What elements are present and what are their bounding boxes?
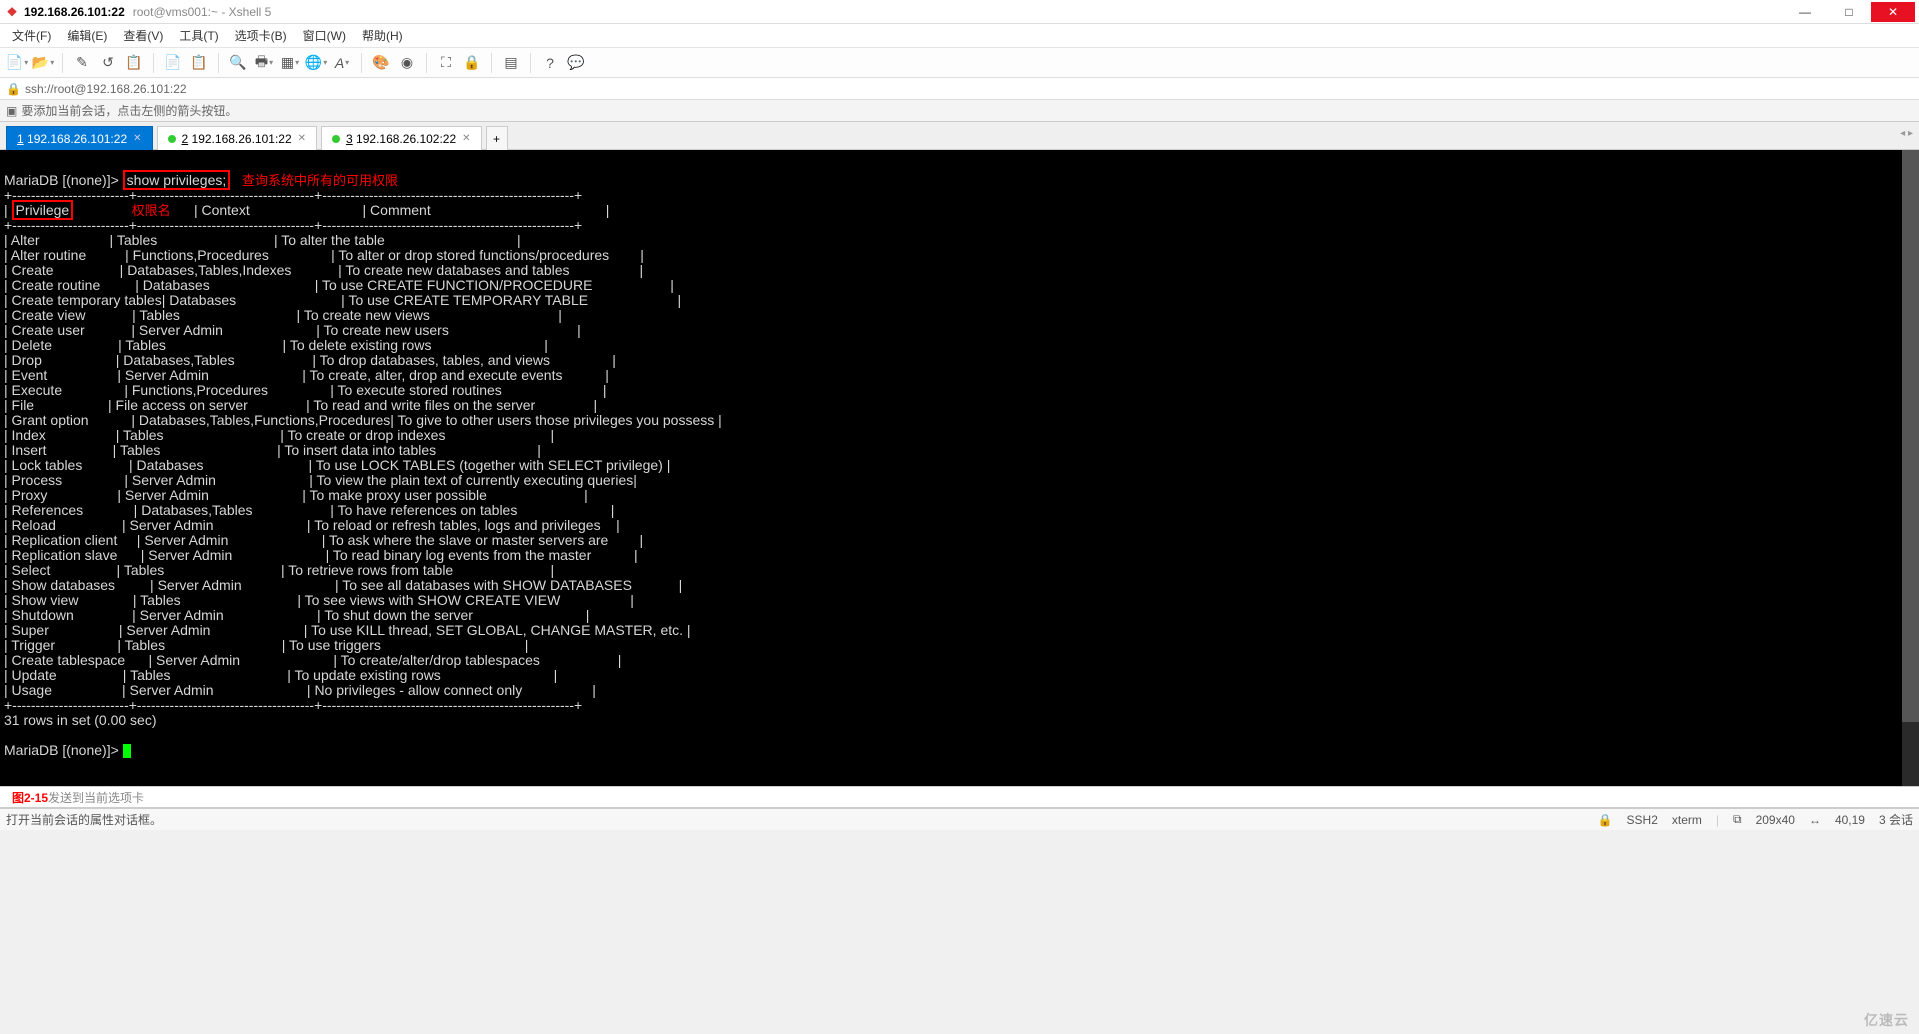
status-protocol: SSH2 <box>1627 813 1658 827</box>
separator <box>426 53 427 73</box>
status-cursor-pos: 40,19 <box>1835 813 1865 827</box>
status-bar: 打开当前会话的属性对话框。 🔒 SSH2 xterm | ⧉ 209x40 ↔ … <box>0 808 1919 830</box>
session-tab[interactable]: 2 192.168.26.101:22 ✕ <box>157 126 318 150</box>
address-bar[interactable]: 🔒 ssh://root@192.168.26.101:22 <box>0 78 1919 100</box>
status-term: xterm <box>1672 813 1702 827</box>
session-tab[interactable]: 1 192.168.26.101:22 ✕ <box>6 126 153 150</box>
status-lock-icon: 🔒 <box>1598 813 1613 827</box>
tab-label: 3 192.168.26.102:22 <box>346 132 456 146</box>
layout-icon[interactable]: ▦ <box>279 52 301 74</box>
terminal-output[interactable]: MariaDB [(none)]> show privileges; 查询系统中… <box>0 150 1919 786</box>
hint-text: 要添加当前会话，点击左侧的箭头按钮。 <box>21 102 237 119</box>
font-icon[interactable]: A <box>331 52 353 74</box>
menu-view[interactable]: 查看(V) <box>117 25 169 46</box>
compose-placeholder: 发送到当前选项卡 <box>48 789 144 806</box>
session-tab[interactable]: 3 192.168.26.102:22 ✕ <box>321 126 482 150</box>
title-bar: ❖ 192.168.26.101:22 root@vms001:~ - Xshe… <box>0 0 1919 24</box>
print-icon[interactable]: 🖶 <box>253 52 275 74</box>
app-icon: ❖ <box>4 4 20 20</box>
new-session-icon[interactable]: 📄 <box>6 52 28 74</box>
fullscreen-icon[interactable]: ⛶ <box>435 52 457 74</box>
separator <box>361 53 362 73</box>
highlight-icon[interactable]: ◉ <box>396 52 418 74</box>
figure-label: 图2-15 <box>12 789 48 806</box>
open-session-icon[interactable]: 📂 <box>32 52 54 74</box>
window-title-active: 192.168.26.101:22 <box>24 5 125 19</box>
separator <box>153 53 154 73</box>
tab-label: 2 192.168.26.101:22 <box>182 132 292 146</box>
scrollbar[interactable] <box>1902 150 1919 786</box>
search-icon[interactable]: 🔍 <box>227 52 249 74</box>
copy-icon[interactable]: 📄 <box>162 52 184 74</box>
separator <box>62 53 63 73</box>
menu-file[interactable]: 文件(F) <box>6 25 57 46</box>
close-button[interactable]: ✕ <box>1871 2 1915 22</box>
tab-close-icon[interactable]: ✕ <box>462 133 470 144</box>
separator <box>491 53 492 73</box>
tab-close-icon[interactable]: ✕ <box>133 133 141 144</box>
separator <box>530 53 531 73</box>
tab-close-icon[interactable]: ✕ <box>298 133 306 144</box>
add-tab-button[interactable]: + <box>486 126 508 150</box>
window-title-sub: root@vms001:~ - Xshell 5 <box>133 5 272 19</box>
sessions-icon[interactable]: ▤ <box>500 52 522 74</box>
menu-tabs[interactable]: 选项卡(B) <box>229 25 293 46</box>
status-pos-icon: ↔ <box>1809 813 1821 827</box>
session-tab-bar: 1 192.168.26.101:22 ✕ 2 192.168.26.101:22 ✕… <box>0 122 1919 150</box>
status-dot-icon <box>332 135 340 143</box>
menu-window[interactable]: 窗口(W) <box>297 25 352 46</box>
menu-help[interactable]: 帮助(H) <box>356 25 409 46</box>
help-icon[interactable]: ? <box>539 52 561 74</box>
properties-icon[interactable]: 📋 <box>123 52 145 74</box>
status-size-icon: ⧉ <box>1733 812 1742 827</box>
lock-icon[interactable]: 🔒 <box>461 52 483 74</box>
maximize-button[interactable]: □ <box>1827 2 1871 22</box>
minimize-button[interactable]: — <box>1783 2 1827 22</box>
color-scheme-icon[interactable]: 🎨 <box>370 52 392 74</box>
window-controls: — □ ✕ <box>1783 2 1915 22</box>
tab-nav-arrows[interactable]: ◂ ▸ <box>1900 128 1913 139</box>
hint-icon: ▣ <box>6 104 17 118</box>
scrollbar-thumb[interactable] <box>1902 150 1919 722</box>
address-text: ssh://root@192.168.26.101:22 <box>25 82 187 96</box>
lock-icon: 🔒 <box>6 82 21 96</box>
status-sessions: 3 会话 <box>1879 811 1913 828</box>
menu-tools[interactable]: 工具(T) <box>173 25 224 46</box>
status-message: 打开当前会话的属性对话框。 <box>6 811 162 828</box>
toolbar: 📄 📂 ✎ ↺ 📋 📄 📋 🔍 🖶 ▦ 🌐 A 🎨 ◉ ⛶ 🔒 ▤ ? 💬 <box>0 48 1919 78</box>
reconnect-icon[interactable]: ✎ <box>71 52 93 74</box>
separator <box>218 53 219 73</box>
hint-bar: ▣ 要添加当前会话，点击左侧的箭头按钮。 <box>0 100 1919 122</box>
menu-edit[interactable]: 编辑(E) <box>61 25 113 46</box>
compose-bar[interactable]: 图2-15 发送到当前选项卡 <box>0 786 1919 808</box>
watermark: 亿速云 <box>1864 1010 1909 1030</box>
status-size: 209x40 <box>1756 813 1795 827</box>
forum-icon[interactable]: 💬 <box>565 52 587 74</box>
disconnect-icon[interactable]: ↺ <box>97 52 119 74</box>
encoding-icon[interactable]: 🌐 <box>305 52 327 74</box>
paste-icon[interactable]: 📋 <box>188 52 210 74</box>
menu-bar: 文件(F) 编辑(E) 查看(V) 工具(T) 选项卡(B) 窗口(W) 帮助(… <box>0 24 1919 48</box>
tab-label: 1 192.168.26.101:22 <box>17 132 127 146</box>
status-dot-icon <box>168 135 176 143</box>
